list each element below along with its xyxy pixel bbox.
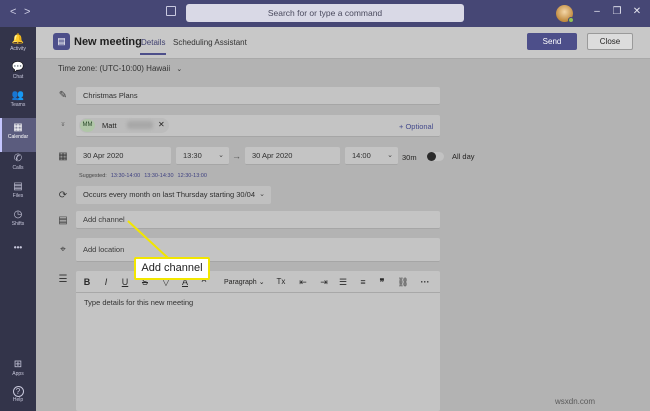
- title-field[interactable]: Christmas Plans: [76, 87, 440, 105]
- presence-status-icon: [568, 17, 574, 23]
- numbered-list-button[interactable]: ≡: [356, 277, 370, 287]
- avatar: MM: [80, 119, 95, 132]
- apps-icon: ⊞: [13, 359, 23, 370]
- timezone-select[interactable]: Time zone: (UTC-10:00) Hawaii ⌄: [58, 64, 182, 73]
- redacted-name: [127, 121, 153, 129]
- calendar-icon: ▦: [13, 122, 23, 133]
- forward-button[interactable]: >: [24, 6, 30, 18]
- calendar-small-icon: ▦: [58, 151, 68, 162]
- indent-button[interactable]: ⇥: [317, 277, 331, 288]
- chevron-down-icon: ⌄: [258, 279, 265, 286]
- chevron-down-icon: ⌄: [387, 152, 393, 159]
- watermark: wsxdn.com: [555, 397, 596, 406]
- compose-icon[interactable]: [166, 6, 176, 16]
- rail-item-calendar[interactable]: ▦ Calendar: [0, 118, 36, 152]
- more-icon: •••: [13, 243, 23, 252]
- channel-icon: ▤: [58, 215, 68, 226]
- suggested-time-option[interactable]: 13:30-14:00: [111, 173, 140, 179]
- toggle-knob: [427, 152, 436, 161]
- help-icon: ?: [12, 386, 24, 397]
- rail-item-help[interactable]: ? Help: [0, 383, 36, 411]
- repeat-icon: ⟳: [58, 190, 68, 201]
- page-title: New meeting: [74, 36, 142, 48]
- link-button[interactable]: ⛓: [396, 277, 410, 288]
- duration-label: 30m: [402, 153, 417, 162]
- details-placeholder: Type details for this new meeting: [84, 298, 194, 307]
- all-day-label: All day: [452, 152, 475, 161]
- underline-button[interactable]: U: [118, 277, 132, 287]
- arrow-right-icon: →: [232, 151, 241, 161]
- details-icon: ☰: [58, 274, 68, 285]
- back-button[interactable]: <: [10, 6, 16, 18]
- start-date-field[interactable]: 30 Apr 2020: [76, 147, 171, 165]
- add-person-icon: ⍤: [60, 119, 66, 130]
- start-time-field[interactable]: 13:30 ⌄: [176, 147, 229, 165]
- minimize-button[interactable]: –: [592, 7, 602, 17]
- pencil-icon: ✎: [58, 90, 68, 101]
- attendee-name: Matt: [102, 121, 117, 130]
- send-button[interactable]: Send: [527, 33, 577, 50]
- end-time-field[interactable]: 14:00 ⌄: [345, 147, 398, 165]
- active-tab-indicator: [140, 53, 166, 55]
- location-field[interactable]: Add location: [76, 238, 440, 262]
- callout-label: Add channel: [134, 257, 210, 280]
- bulleted-list-button[interactable]: ☰: [336, 277, 350, 288]
- file-icon: ▤: [13, 181, 23, 192]
- calendar-icon: ▤: [53, 33, 70, 50]
- quote-button[interactable]: ❞: [375, 277, 389, 288]
- bell-icon: 🔔: [11, 34, 25, 45]
- italic-button[interactable]: I: [99, 277, 113, 287]
- optional-attendees-link[interactable]: + Optional: [399, 122, 433, 131]
- close-button[interactable]: Close: [587, 33, 633, 50]
- tab-scheduling-assistant[interactable]: Scheduling Assistant: [173, 38, 247, 47]
- outdent-button[interactable]: ⇤: [296, 277, 310, 288]
- rail-item-teams[interactable]: 👥 Teams: [0, 86, 36, 120]
- remove-attendee-icon[interactable]: ✕: [158, 120, 165, 129]
- paragraph-select[interactable]: Paragraph ⌄: [224, 278, 265, 286]
- chat-icon: 💬: [11, 62, 25, 73]
- chevron-down-icon: ⌄: [176, 66, 183, 73]
- toolbar-divider: [76, 292, 440, 293]
- location-icon: ⌖: [60, 244, 66, 255]
- tab-details[interactable]: Details: [141, 38, 165, 47]
- chevron-down-icon: ⌄: [218, 152, 224, 159]
- channel-field[interactable]: Add channel: [76, 211, 440, 229]
- more-apps-button[interactable]: •••: [0, 238, 36, 272]
- end-date-field[interactable]: 30 Apr 2020: [245, 147, 340, 165]
- app-rail: 🔔 Activity 💬 Chat 👥 Teams ▦ Calendar ✆ C…: [0, 27, 36, 411]
- search-input[interactable]: Search for or type a command: [186, 4, 464, 22]
- clear-formatting-button[interactable]: Tx: [274, 277, 288, 286]
- suggested-time-option[interactable]: 12:30-13:00: [178, 173, 207, 179]
- recurrence-select[interactable]: Occurs every month on last Thursday star…: [76, 186, 271, 204]
- suggested-times: Suggested: 13:30-14:00 13:30-14:30 12:30-13…: [79, 173, 207, 179]
- close-window-button[interactable]: ✕: [632, 7, 642, 17]
- phone-icon: ✆: [13, 153, 23, 164]
- maximize-button[interactable]: ❐: [612, 7, 622, 17]
- clock-icon: ◷: [13, 209, 23, 220]
- suggested-time-option[interactable]: 13:30-14:30: [144, 173, 173, 179]
- bold-button[interactable]: B: [80, 277, 94, 287]
- more-options-button[interactable]: ···: [418, 277, 432, 287]
- teams-icon: 👥: [11, 90, 25, 101]
- rail-item-shifts[interactable]: ◷ Shifts: [0, 205, 36, 239]
- chevron-down-icon: ⌄: [259, 191, 265, 198]
